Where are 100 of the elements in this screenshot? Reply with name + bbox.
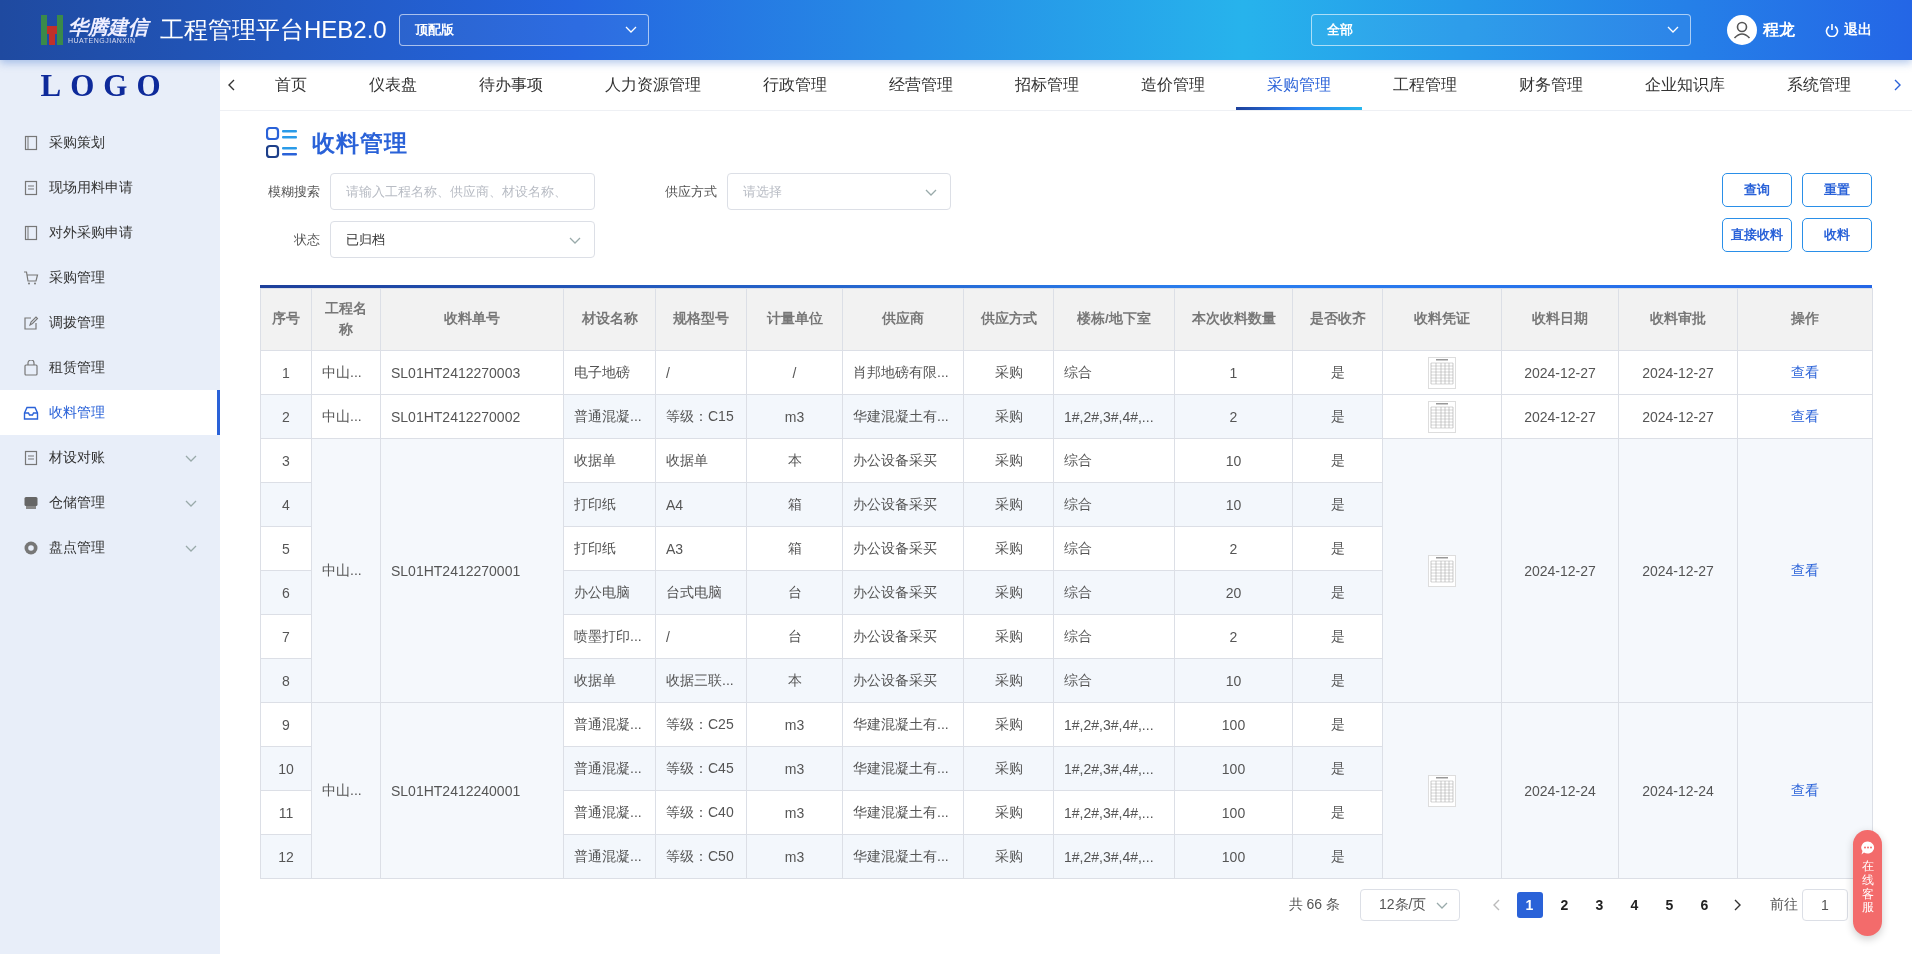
table-cell: 华建混凝土有... (842, 790, 964, 835)
user-avatar-icon (1727, 15, 1757, 45)
table-cell: 采购 (963, 526, 1054, 571)
view-link[interactable]: 查看 (1791, 363, 1819, 380)
nav-tab[interactable]: 人力资源管理 (574, 60, 732, 110)
table-cell: SL01HT2412270002 (380, 394, 564, 439)
table-cell: 是 (1292, 834, 1383, 879)
table-cell: 华建混凝土有... (842, 746, 964, 791)
table-cell: 12 (260, 834, 312, 879)
table-cell: A3 (655, 526, 747, 571)
table-cell: 采购 (963, 658, 1054, 703)
edition-select[interactable]: 顶配版 (398, 14, 649, 46)
table-cell: 箱 (746, 526, 843, 571)
sidebar-item[interactable]: 调拨管理 (0, 300, 220, 345)
search-field[interactable]: 请输入工程名称、供应商、材设名称、 (330, 173, 595, 210)
table-cell: 中山... (311, 394, 381, 439)
user-name[interactable]: 程龙 (1763, 19, 1795, 41)
power-icon (1825, 23, 1839, 37)
page-button[interactable]: 5 (1656, 892, 1683, 918)
nav-tab[interactable]: 造价管理 (1110, 60, 1236, 110)
nav-tab[interactable]: 首页 (244, 60, 338, 110)
table-cell: 是 (1292, 746, 1383, 791)
table-cell: 办公设备采买 (842, 438, 964, 483)
page-button[interactable]: 3 (1586, 892, 1613, 918)
page-size-select[interactable]: 12条/页 (1360, 889, 1460, 921)
table-cell: 综合 (1053, 658, 1175, 703)
nav-tab[interactable]: 采购管理 (1236, 60, 1362, 110)
table-cell: 台 (746, 614, 843, 659)
inbox-icon (23, 404, 39, 421)
view-link[interactable]: 查看 (1791, 561, 1819, 578)
sidebar-item[interactable]: 仓储管理 (0, 480, 220, 525)
table-cell: 10 (1174, 482, 1293, 527)
table-cell: 是 (1292, 570, 1383, 615)
table-cell: 华建混凝土有... (842, 702, 964, 747)
chevron-right-icon[interactable] (1732, 898, 1742, 912)
chevron-right-icon[interactable] (1892, 78, 1902, 92)
sidebar-item[interactable]: 采购管理 (0, 255, 220, 300)
sidebar-item[interactable]: 收料管理 (0, 390, 220, 435)
document-thumbnail (1428, 554, 1456, 587)
action-button[interactable]: 收料 (1802, 218, 1872, 252)
table-cell: SL01HT2412270001 (380, 438, 564, 703)
nav-tab[interactable]: 待办事项 (448, 60, 574, 110)
nav-tab[interactable]: 仪表盘 (338, 60, 448, 110)
goto-label: 前往 (1770, 896, 1798, 914)
page-input[interactable]: 1 (1802, 889, 1848, 921)
table-cell: 本 (746, 438, 843, 483)
page-button[interactable]: 1 (1516, 892, 1543, 918)
nav-tab[interactable]: 企业知识库 (1614, 60, 1756, 110)
table-cell: 电子地磅 (563, 350, 656, 395)
table-cell: 综合 (1053, 570, 1175, 615)
column-header: 供应商 (842, 288, 964, 351)
status-select[interactable]: 已归档 (330, 221, 595, 258)
field-label: 状态 (293, 230, 320, 249)
table-cell: 1#,2#,3#,4#,... (1053, 834, 1175, 879)
nav-tab[interactable]: 系统管理 (1756, 60, 1882, 110)
sidebar-item[interactable]: 材设对账 (0, 435, 220, 480)
page-button[interactable]: 6 (1691, 892, 1718, 918)
nav-tab[interactable]: 工程管理 (1362, 60, 1488, 110)
table-cell: m3 (746, 834, 843, 879)
sidebar-item[interactable]: 现场用料申请 (0, 165, 220, 210)
nav-tab[interactable]: 经营管理 (858, 60, 984, 110)
table-cell: 1#,2#,3#,4#,... (1053, 790, 1175, 835)
table-cell: 等级：C40 (655, 790, 747, 835)
sidebar-item[interactable]: 对外采购申请 (0, 210, 220, 255)
view-link[interactable]: 查看 (1791, 407, 1819, 424)
nav-tab[interactable]: 行政管理 (732, 60, 858, 110)
column-header: 工程名称 (311, 288, 381, 351)
table-cell: / (655, 350, 747, 395)
page-button[interactable]: 2 (1551, 892, 1578, 918)
table-cell: 收据单 (655, 438, 747, 483)
table-cell: 台 (746, 570, 843, 615)
sidebar-item[interactable]: 盘点管理 (0, 525, 220, 570)
sidebar-item[interactable]: 采购策划 (0, 120, 220, 165)
chevron-left-icon[interactable] (227, 78, 237, 92)
column-header: 楼栋/地下室 (1053, 288, 1175, 351)
table-cell: 2 (1174, 614, 1293, 659)
action-button[interactable]: 直接收料 (1722, 218, 1792, 252)
action-button[interactable]: 查询 (1722, 173, 1792, 207)
table-cell: m3 (746, 790, 843, 835)
nav-tab[interactable]: 招标管理 (984, 60, 1110, 110)
table-cell: 等级：C15 (655, 394, 747, 439)
table-cell: 打印纸 (563, 526, 656, 571)
page-title: 收料管理 (312, 128, 408, 158)
sidebar-item[interactable]: 租赁管理 (0, 345, 220, 390)
table-cell: 采购 (963, 438, 1054, 483)
table-cell: 办公设备采买 (842, 482, 964, 527)
table-cell: 中山... (311, 438, 381, 703)
page-button[interactable]: 4 (1621, 892, 1648, 918)
action-button[interactable]: 重置 (1802, 173, 1872, 207)
table-cell: 台式电脑 (655, 570, 747, 615)
table-cell: 2024-12-27 (1501, 394, 1619, 439)
table-cell: 普通混凝... (563, 790, 656, 835)
nav-tab[interactable]: 财务管理 (1488, 60, 1614, 110)
table-cell: 办公设备采买 (842, 614, 964, 659)
field-label: 供应方式 (664, 182, 717, 201)
document-thumbnail (1428, 400, 1456, 433)
edit-icon (23, 314, 39, 331)
logout-button[interactable]: 退出 (1825, 21, 1872, 39)
table-cell: 2024-12-24 (1501, 702, 1619, 879)
view-link[interactable]: 查看 (1791, 781, 1819, 798)
